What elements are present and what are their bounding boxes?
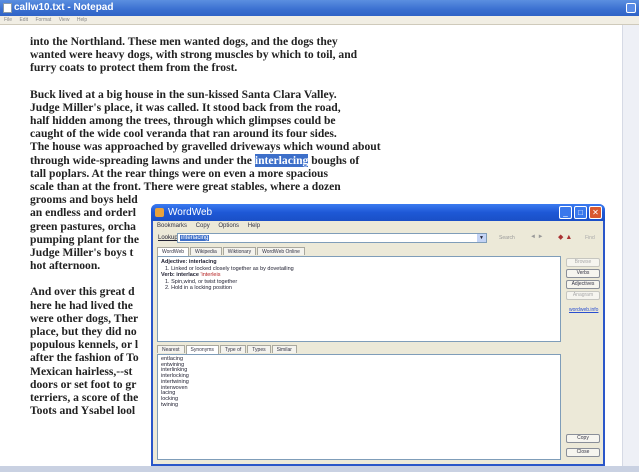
notepad-title-bar: callw10.txt - Notepad: [0, 0, 639, 16]
selected-word[interactable]: interlacing: [254, 153, 309, 167]
text-line: Buck lived at a big house in the sun-kis…: [30, 87, 337, 101]
text-line: The house was approached by gravelled dr…: [30, 140, 381, 154]
notepad-menu-bar: File Edit Format View Help: [0, 16, 639, 25]
tab-nearest[interactable]: Nearest: [157, 345, 185, 353]
lookup-value: interlacing: [180, 235, 210, 241]
text-line: tall poplars. At the rear things were on…: [30, 166, 328, 180]
definition-sense: 1. Linked or locked closely together as …: [165, 265, 294, 272]
menu-help[interactable]: Help: [77, 17, 87, 23]
copy-button[interactable]: Copy: [566, 434, 600, 443]
headword: interlacing: [188, 259, 217, 265]
tab-wordweb-online[interactable]: WordWeb Online: [257, 247, 305, 255]
menu-options[interactable]: Options: [218, 223, 239, 229]
menu-file[interactable]: File: [4, 17, 12, 23]
search-button[interactable]: Search: [499, 235, 515, 241]
tab-synonyms[interactable]: Synonyms: [185, 345, 219, 354]
minimize-button[interactable]: _: [559, 206, 572, 219]
lookup-input[interactable]: interlacing ▼: [177, 233, 487, 243]
text-line-with-selection: through wide-spreading lawns and under t…: [30, 153, 622, 167]
menu-bookmarks[interactable]: Bookmarks: [157, 223, 187, 229]
anagram-button[interactable]: Anagram: [566, 291, 600, 300]
tab-type-of[interactable]: Type of: [219, 345, 247, 353]
wordweb-title: WordWeb: [168, 207, 213, 218]
menu-copy[interactable]: Copy: [196, 223, 210, 229]
text-line: wanted were heavy dogs, with strong musc…: [30, 48, 358, 62]
text-line: caught of the wide cool veranda that ran…: [30, 127, 337, 141]
wordweb-app-icon: [155, 208, 164, 217]
menu-view[interactable]: View: [59, 17, 70, 23]
relation-tabs: Nearest Synonyms Type of Types Similar: [157, 345, 297, 354]
menu-format[interactable]: Format: [35, 17, 51, 23]
find-button[interactable]: Find: [585, 235, 595, 241]
tab-wiktionary[interactable]: Wiktionary: [222, 247, 257, 255]
maximize-button[interactable]: □: [574, 206, 587, 219]
wordweb-menu-bar: Bookmarks Copy Options Help: [157, 223, 267, 229]
definition-sense: 2. Hold in a locking position: [165, 285, 232, 292]
close-window-button[interactable]: ✕: [589, 206, 602, 219]
text-line: into the Northland. These men wanted dog…: [30, 35, 338, 48]
text-line: Judge Miller's place, it was called. It …: [30, 100, 341, 114]
source-tabs: WordWeb Wikipedia Wiktionary WordWeb Onl…: [157, 247, 305, 256]
list-item[interactable]: twining: [161, 402, 557, 409]
part-of-speech: Verb:: [161, 272, 175, 279]
menu-help[interactable]: Help: [248, 223, 260, 229]
synonyms-list[interactable]: entlacing entwining interlinking interlo…: [157, 354, 561, 460]
tab-wordweb[interactable]: WordWeb: [157, 247, 190, 256]
definition-sense: 1. Spin,wind, or twist together: [165, 278, 238, 285]
paragraph-1: into the Northland. These men wanted dog…: [30, 35, 622, 75]
vertical-scrollbar[interactable]: [622, 25, 639, 466]
wordweb-title-bar: WordWeb _ □ ✕: [151, 204, 605, 221]
definition-heading: Verb: interlace 'interleis: [161, 272, 557, 279]
headword: interlace: [176, 272, 199, 279]
text-line: half hidden among the trees, through whi…: [30, 114, 336, 128]
wordweb-window: WordWeb _ □ ✕ Bookmarks Copy Options Hel…: [151, 204, 605, 466]
definition-heading: Adjective: interlacing: [161, 259, 557, 266]
tab-similar[interactable]: Similar: [271, 345, 297, 353]
verbs-button[interactable]: Verbs: [566, 269, 600, 278]
text-line: furry coats to protect them from the fro…: [30, 61, 238, 75]
minimize-button[interactable]: [626, 3, 636, 13]
text-line: scale than at the front. There were grea…: [30, 180, 341, 194]
text-before-selection: through wide-spreading lawns and under t…: [30, 153, 255, 167]
browse-button[interactable]: Browse: [566, 258, 600, 267]
chevron-down-icon[interactable]: ▼: [477, 234, 486, 242]
horizontal-scrollbar[interactable]: [0, 466, 639, 472]
text-after-selection: boughs of: [308, 153, 360, 167]
notepad-title: callw10.txt - Notepad: [14, 2, 114, 13]
menu-edit[interactable]: Edit: [19, 17, 28, 23]
notepad-app-icon: [3, 3, 12, 13]
part-of-speech: Adjective:: [161, 259, 188, 265]
adjectives-button[interactable]: Adjectives: [566, 280, 600, 289]
tab-wikipedia[interactable]: Wikipedia: [190, 247, 222, 255]
toolbar-icons[interactable]: ◆ ▲: [558, 233, 572, 241]
history-nav-arrows[interactable]: ◄ ►: [530, 234, 544, 240]
definitions-pane[interactable]: Adjective: interlacing 1. Linked or lock…: [157, 256, 561, 342]
wordweb-info-link[interactable]: wordweb.info: [569, 307, 598, 313]
tab-types[interactable]: Types: [247, 345, 271, 353]
pronunciation: 'interleis: [200, 272, 221, 279]
close-button[interactable]: Close: [566, 448, 600, 457]
